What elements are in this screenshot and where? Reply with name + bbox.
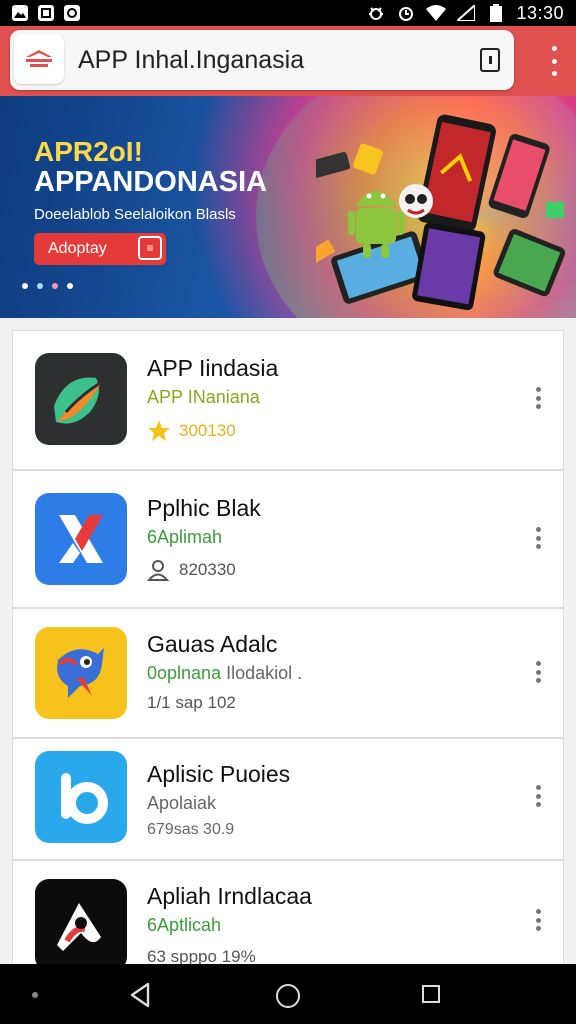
battery-icon [486,4,506,22]
banner-headline: APPANDONASIA [34,166,268,198]
leaf-app-icon [35,353,127,445]
sync-notification-icon [64,5,80,21]
app-info: 1/1 sap 102 [147,693,236,712]
bird-app-icon [35,627,127,719]
clock: 13:30 [516,2,564,23]
app-downloads: 820330 [147,559,236,581]
pager-dot[interactable] [67,283,73,289]
app-card[interactable]: APP Iindasia APP INaniana 300130 [12,330,564,470]
app-card[interactable]: Aplisic Puoies Apolaiak 679sas 30.9 [12,738,564,860]
app-name: Gauas Adalc [147,631,278,657]
banner-kicker: APR2oI! [34,136,143,167]
user-icon [147,560,170,581]
star-icon [148,420,170,441]
app-name: Pplhic Blak [147,495,261,521]
app-developer: 6Aplimah [147,527,223,547]
no-signal-icon [456,4,476,22]
pager-dot[interactable] [22,283,28,289]
image-notification-icon [12,5,28,21]
b-app-icon [35,751,127,843]
banner-subtitle: Doeelablob Seelaloikon Blasls [34,206,236,223]
back-icon[interactable] [128,982,152,1008]
app-card[interactable]: Apliah Irndlacaa 6Aptlicah 63 spppo 19% [12,860,564,971]
app-name: Aplisic Puoies [147,761,291,787]
app-rating: 300130 [147,419,236,443]
promo-banner[interactable]: APR2oI! APPANDONASIA Doeelablob Seelaloi… [0,96,576,318]
app-bar: APP Inhal.Inganasia [0,26,576,96]
notification-icons [12,5,80,21]
bookmark-icon[interactable] [480,48,500,72]
wifi-icon [426,4,447,22]
pager-dot[interactable] [37,283,43,289]
app-card[interactable]: Pplhic Blak 6Aplimah 820330 [12,470,564,608]
navigation-bar [0,964,576,1024]
app-developer: 6Aptlicah [147,915,222,935]
crop-notification-icon [38,5,54,21]
app-developer: APP INaniana [147,387,260,407]
system-icons: 13:30 [366,3,564,24]
app-title: APP Inhal.Inganasia [78,46,305,74]
app-developer-extra: Ilodakiol . [226,663,303,683]
bug-icon [366,4,386,22]
overflow-menu-icon[interactable] [550,46,558,76]
more-options-icon[interactable] [535,387,541,409]
alarm-icon [396,4,416,22]
search-box[interactable]: APP Inhal.Inganasia [10,30,514,90]
home-icon[interactable] [276,984,300,1008]
nav-indicator-icon [32,992,38,998]
phones-illustration [316,114,566,311]
app-card[interactable]: Gauas Adalc 0oplnana Ilodakiol . 1/1 sap… [12,608,564,738]
pager-dot[interactable] [52,283,58,289]
app-developer: 0oplnana Ilodakiol . [147,663,302,684]
app-name: Apliah Irndlacaa [147,883,312,909]
banner-cta-label: Adoptay [48,240,107,257]
app-logo-icon [14,34,64,84]
x-app-icon [35,493,127,585]
more-options-icon[interactable] [535,909,541,931]
more-options-icon[interactable] [535,661,541,683]
app-developer-name: 0oplnana [147,663,222,683]
recents-icon[interactable] [422,985,440,1003]
app-rating-value: 300130 [179,421,236,440]
a-app-icon [35,879,127,971]
banner-pager [22,283,73,289]
more-options-icon[interactable] [535,785,541,807]
download-icon: ≡ [138,236,162,260]
app-name: APP Iindasia [147,355,279,381]
banner-cta-button[interactable]: Adoptay ≡ [34,233,166,265]
more-options-icon[interactable] [535,527,541,549]
app-developer: Apolaiak [147,793,217,813]
status-bar: 13:30 [0,0,576,26]
app-info: 679sas 30.9 [147,821,235,838]
app-downloads-value: 820330 [179,560,236,579]
